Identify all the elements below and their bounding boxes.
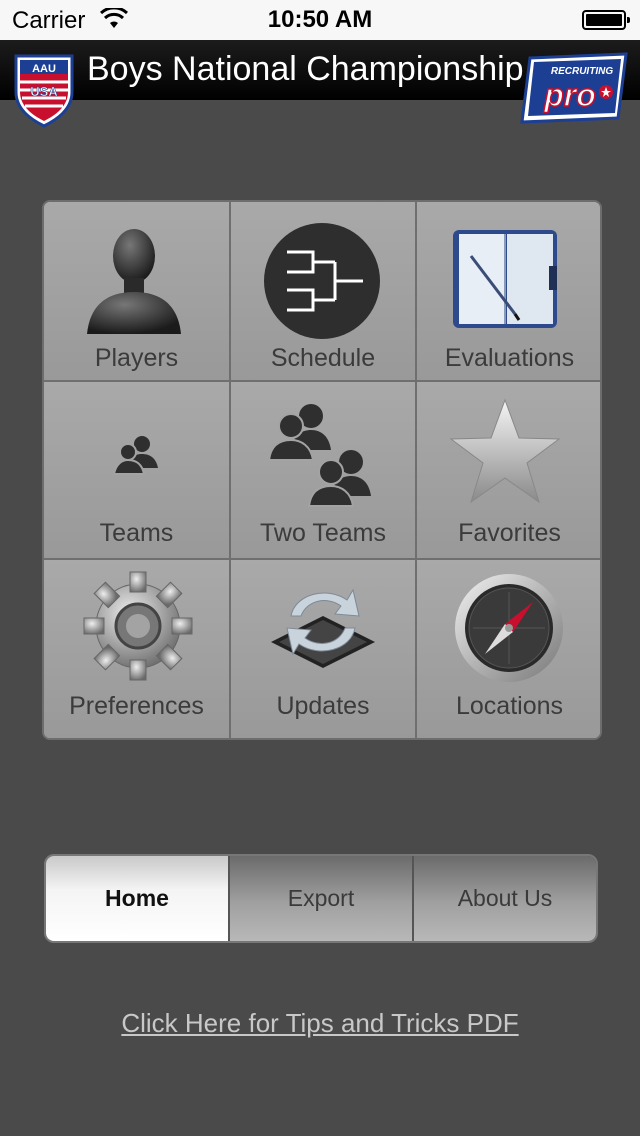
menu-item-teams[interactable]: Teams [44,382,231,560]
compass-icon [455,574,563,682]
tab-export[interactable]: Export [230,856,414,941]
status-bar: Carrier 10:50 AM [0,0,640,40]
star-icon [449,398,561,504]
team-small-icon [112,436,158,475]
sync-icon [271,588,375,668]
menu-item-favorites[interactable]: Favorites [417,382,600,560]
two-teams-icon [267,404,371,507]
menu-item-label: Teams [99,519,174,547]
menu-item-locations[interactable]: Locations [417,560,600,738]
menu-item-schedule[interactable]: Schedule [231,202,417,382]
tab-home[interactable]: Home [46,856,230,941]
menu-item-two-teams[interactable]: Two Teams [231,382,417,560]
segmented-tab-bar: Home Export About Us [44,854,598,943]
page-title: Boys National Championship [87,50,524,88]
menu-grid: Players Schedule Evaluations Teams Two T… [42,200,602,740]
bracket-icon [264,223,380,339]
svg-text:pro: pro [543,77,596,113]
menu-item-label: Evaluations [444,344,575,372]
clock: 10:50 AM [267,6,373,33]
menu-item-preferences[interactable]: Preferences [44,560,231,738]
notebook-pen-icon [453,230,557,328]
svg-text:AAU: AAU [32,63,56,75]
menu-item-label: Players [94,344,179,372]
svg-text:USA: USA [30,84,58,99]
menu-item-label: Favorites [458,519,561,547]
person-silhouette-icon [87,229,181,334]
battery-icon [582,10,630,30]
recruiting-pro-logo: RECRUITING pro [520,52,628,124]
menu-item-label: Updates [276,692,370,720]
menu-item-label: Preferences [69,692,204,720]
menu-item-label: Two Teams [260,519,386,547]
gear-icon [83,571,193,681]
tips-pdf-link[interactable]: Click Here for Tips and Tricks PDF [0,1008,640,1039]
aau-usa-logo: AAU USA [14,54,74,128]
menu-item-label: Schedule [270,344,376,372]
menu-item-evaluations[interactable]: Evaluations [417,202,600,382]
menu-item-label: Locations [455,692,564,720]
menu-item-players[interactable]: Players [44,202,231,382]
svg-text:RECRUITING: RECRUITING [551,66,613,77]
menu-item-updates[interactable]: Updates [231,560,417,738]
tab-about-us[interactable]: About Us [414,856,596,941]
